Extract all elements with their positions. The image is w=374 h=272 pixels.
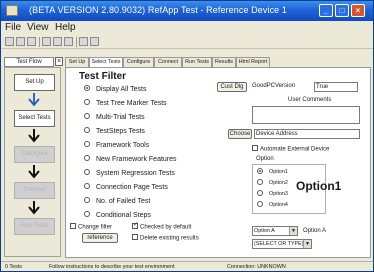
automate-external-device-checkbox[interactable]: Automate External Device — [252, 145, 329, 153]
title-bar: (BETA VERSION 2.80.9032) RefApp Test - R… — [1, 1, 373, 21]
flow-arrow-icon — [28, 93, 40, 107]
print-icon[interactable] — [79, 37, 88, 46]
filter-option-conditional-steps[interactable]: Conditional Steps — [84, 211, 151, 221]
cust-dlg-button[interactable]: Cust Dlg — [217, 82, 247, 92]
toolbar — [1, 35, 373, 49]
new-icon[interactable] — [5, 37, 14, 46]
radio-button[interactable] — [84, 183, 90, 190]
tab-html-report[interactable]: Html Report — [236, 57, 270, 67]
flow-arrow-icon — [28, 129, 40, 143]
save-icon[interactable] — [27, 37, 36, 46]
filter-option-tree-marker[interactable]: Test Tree Marker Tests — [84, 99, 167, 109]
toolbar-separator — [76, 37, 77, 47]
filter-option-system-regression[interactable]: System Regression Tests — [84, 169, 175, 179]
help-icon[interactable] — [90, 37, 99, 46]
radio-button[interactable] — [257, 178, 263, 185]
filter-option-teststeps[interactable]: TestSteps Tests — [84, 127, 145, 137]
maximize-button[interactable]: □ — [335, 4, 349, 17]
status-test-count: 0 Tests — [5, 264, 22, 270]
tab-run-tests[interactable]: Run Tests — [182, 57, 212, 67]
chevron-down-icon[interactable]: ▼ — [289, 227, 297, 235]
test-filter-title: Test Filter — [79, 71, 127, 82]
radio-button[interactable] — [84, 169, 90, 176]
chevron-down-icon[interactable]: ▼ — [303, 240, 311, 248]
flow-step-select-tests[interactable]: Select Tests — [14, 110, 55, 127]
checked-by-default-checkbox[interactable]: Checked by default — [132, 221, 191, 231]
choose-button[interactable]: Choose — [228, 129, 252, 139]
user-comments-label: User Comments — [288, 97, 332, 103]
radio-button[interactable] — [84, 141, 90, 148]
tab-connect[interactable]: Connect — [154, 57, 182, 67]
status-connection: Connection: UNKNOWN — [227, 264, 286, 270]
menu-bar: File View Help — [1, 21, 373, 35]
radio-button[interactable] — [257, 167, 263, 174]
test-flow-panel: Set Up Select Tests Configure Connect Ru… — [4, 67, 61, 257]
checkbox[interactable] — [252, 145, 258, 151]
option-select[interactable]: Option A ▼ — [252, 226, 298, 236]
type-select[interactable]: (SELECT OR TYPE) ▼ — [252, 239, 312, 249]
checkbox[interactable] — [70, 223, 76, 229]
flow-step-run-tests[interactable]: Run Tests — [14, 218, 55, 235]
option-radio-3[interactable]: Option3 — [257, 189, 288, 198]
option-group-label: Option — [256, 156, 274, 162]
checkbox[interactable] — [132, 221, 138, 229]
status-bar: 0 Tests Follow instructions to describe … — [1, 261, 373, 271]
tab-results[interactable]: Results — [212, 57, 236, 67]
option-group: Option1 Option2 Option3 Option4 Option1 — [252, 164, 341, 214]
toolbar-separator — [39, 37, 40, 47]
test-flow-close-icon[interactable]: × — [55, 57, 63, 66]
radio-button[interactable] — [84, 197, 90, 204]
radio-button[interactable] — [84, 99, 90, 106]
good-pc-version-label: GoodPCVersion — [252, 83, 296, 89]
app-icon — [6, 5, 18, 16]
close-button[interactable]: × — [351, 4, 365, 17]
checkbox[interactable] — [132, 234, 138, 240]
option-radio-2[interactable]: Option2 — [257, 178, 288, 187]
filter-option-display-all[interactable]: Display All Tests — [84, 85, 146, 95]
flow-step-connect[interactable]: Connect — [14, 182, 55, 199]
paste-icon[interactable] — [64, 37, 73, 46]
radio-button[interactable] — [84, 85, 90, 92]
window-title: (BETA VERSION 2.80.9032) RefApp Test - R… — [29, 5, 287, 15]
cut-icon[interactable] — [42, 37, 51, 46]
status-message: Follow instructions to describe your tes… — [49, 264, 175, 270]
radio-button[interactable] — [257, 189, 263, 196]
reference-button[interactable]: reference — [82, 233, 118, 243]
filter-option-framework-tools[interactable]: Framework Tools — [84, 141, 149, 151]
radio-button[interactable] — [84, 211, 90, 218]
flow-step-setup[interactable]: Set Up — [14, 74, 55, 91]
tab-configure[interactable]: Configure — [123, 57, 154, 67]
option-select-label: Option A — [303, 228, 327, 234]
radio-button[interactable] — [84, 127, 90, 134]
user-comments-field[interactable] — [252, 106, 360, 124]
delete-existing-results-checkbox[interactable]: Delete existing results — [132, 234, 199, 242]
copy-icon[interactable] — [53, 37, 62, 46]
flow-arrow-icon — [28, 165, 40, 179]
change-filter-checkbox[interactable]: Change filter — [70, 223, 112, 231]
option-display-text: Option1 — [296, 179, 342, 193]
filter-option-failed-tests[interactable]: No. of Failed Test — [84, 197, 150, 207]
minimize-button[interactable]: _ — [319, 4, 333, 17]
menu-view[interactable]: View — [27, 22, 49, 33]
menu-help[interactable]: Help — [55, 22, 76, 33]
open-icon[interactable] — [16, 37, 25, 46]
radio-button[interactable] — [84, 113, 90, 120]
app-window: (BETA VERSION 2.80.9032) RefApp Test - R… — [0, 0, 374, 272]
filter-option-multi-trial[interactable]: Multi-Trial Tests — [84, 113, 145, 123]
radio-button[interactable] — [257, 200, 263, 207]
filter-option-new-framework[interactable]: New Framework Features — [84, 155, 177, 165]
test-flow-tab[interactable]: Test Flow — [4, 57, 54, 67]
good-pc-version-field[interactable]: True — [314, 82, 358, 92]
select-tests-content: Test Filter Display All Tests Test Tree … — [65, 67, 371, 258]
filter-option-connection-page[interactable]: Connection Page Tests — [84, 183, 168, 193]
flow-arrow-icon — [28, 201, 40, 215]
menu-file[interactable]: File — [5, 22, 21, 33]
radio-button[interactable] — [84, 155, 90, 162]
option-radio-4[interactable]: Option4 — [257, 200, 288, 209]
tab-setup[interactable]: Set Up — [65, 57, 89, 67]
flow-step-configure[interactable]: Configure — [14, 146, 55, 163]
option-radio-1[interactable]: Option1 — [257, 167, 288, 176]
device-address-field[interactable]: Device Address — [254, 129, 360, 139]
